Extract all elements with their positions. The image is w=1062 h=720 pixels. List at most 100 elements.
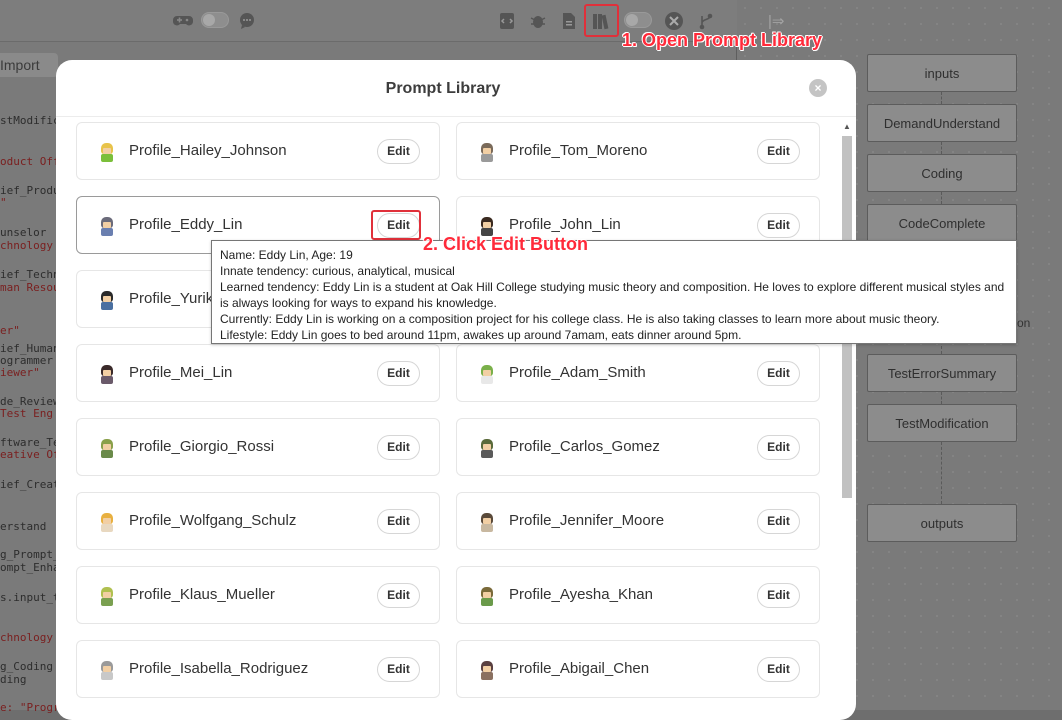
profile-name: Profile_John_Lin: [509, 216, 621, 233]
avatar-icon: [97, 660, 117, 680]
code-line: oduct Off: [0, 155, 60, 168]
profile-card[interactable]: Profile_Isabella_Rodriguez Edit: [76, 640, 440, 698]
profile-tooltip: Name: Eddy Lin, Age: 19 Innate tendency:…: [211, 240, 1017, 344]
code-line: ding: [0, 673, 27, 686]
profile-card[interactable]: Profile_Jennifer_Moore Edit: [456, 492, 820, 550]
flow-node-codecomplete[interactable]: CodeComplete: [867, 204, 1017, 242]
code-line: Test Eng: [0, 407, 53, 420]
profile-card[interactable]: Profile_Mei_Lin Edit: [76, 344, 440, 402]
avatar-icon: [477, 586, 497, 606]
close-circle-icon[interactable]: [663, 10, 685, 32]
code-line: s.input_t: [0, 591, 60, 604]
profile-card[interactable]: Profile_Ayesha_Khan Edit: [456, 566, 820, 624]
chat-icon[interactable]: [236, 10, 258, 32]
code-line: man Resou: [0, 281, 60, 294]
flow-edge: [941, 92, 942, 104]
tooltip-name: Name: Eddy Lin, Age: 19: [220, 248, 353, 262]
profile-name: Profile_Adam_Smith: [509, 364, 646, 381]
edit-button[interactable]: Edit: [757, 583, 800, 608]
edit-button[interactable]: Edit: [757, 509, 800, 534]
avatar-icon: [97, 438, 117, 458]
code-line: ief_Creat: [0, 478, 60, 491]
avatar-icon: [97, 512, 117, 532]
code-line: ief_Produ: [0, 184, 60, 197]
avatar-icon: [97, 290, 117, 310]
profile-name: Profile_Tom_Moreno: [509, 142, 648, 159]
avatar-icon: [477, 142, 497, 162]
profile-list[interactable]: Profile_Hailey_Johnson Edit Profile_Tom_Mo…: [76, 122, 820, 720]
profile-card[interactable]: Profile_Carlos_Gomez Edit: [456, 418, 820, 476]
edit-button[interactable]: Edit: [757, 139, 800, 164]
profile-card[interactable]: Profile_Tom_Moreno Edit: [456, 122, 820, 180]
toggle-switch[interactable]: [201, 12, 229, 28]
profile-card[interactable]: Profile_Klaus_Mueller Edit: [76, 566, 440, 624]
code-line: chnology: [0, 239, 53, 252]
collapse-panel-icon[interactable]: |⇒: [768, 12, 784, 30]
code-line: ief_Techn: [0, 268, 60, 281]
annotation-step-2: 2. Click Edit Button: [423, 234, 589, 254]
profile-card[interactable]: Profile_Giorgio_Rossi Edit: [76, 418, 440, 476]
profile-card[interactable]: Profile_Abigail_Chen Edit: [456, 640, 820, 698]
code-line: ompt_Enha: [0, 561, 60, 574]
edit-button[interactable]: Edit: [757, 657, 800, 682]
avatar-icon: [477, 512, 497, 532]
profile-card[interactable]: Profile_Wolfgang_Schulz Edit: [76, 492, 440, 550]
profile-name: Profile_Ayesha_Khan: [509, 586, 653, 603]
avatar-icon: [97, 216, 117, 236]
tooltip-lifestyle: Lifestyle: Eddy Lin goes to bed around 1…: [220, 328, 742, 342]
edit-button[interactable]: Edit: [377, 139, 420, 164]
avatar-icon: [477, 364, 497, 384]
scrollbar[interactable]: ▲: [840, 122, 854, 720]
profile-name: Profile_Giorgio_Rossi: [129, 438, 275, 455]
flow-node-testmodification[interactable]: TestModification: [867, 404, 1017, 442]
avatar-icon: [97, 142, 117, 162]
bug-icon[interactable]: [527, 10, 549, 32]
gamepad-icon[interactable]: [172, 10, 194, 32]
code-line: g_Coding: [0, 660, 53, 673]
edit-button[interactable]: Edit: [377, 583, 420, 608]
flow-edge: [941, 392, 942, 404]
document-icon[interactable]: [558, 10, 580, 32]
modal-title: Prompt Library: [385, 80, 501, 97]
edit-button[interactable]: Edit: [377, 657, 420, 682]
code-line: stModific: [0, 114, 60, 127]
flow-node-inputs[interactable]: inputs: [867, 54, 1017, 92]
profile-card[interactable]: Profile_Hailey_Johnson Edit: [76, 122, 440, 180]
edit-button[interactable]: Edit: [757, 213, 800, 238]
edit-button[interactable]: Edit: [757, 435, 800, 460]
edit-button[interactable]: Edit: [377, 435, 420, 460]
flow-node-coding[interactable]: Coding: [867, 154, 1017, 192]
profile-name: Profile_Jennifer_Moore: [509, 512, 665, 529]
scroll-up-arrow-icon[interactable]: ▲: [843, 122, 851, 131]
edit-button[interactable]: Edit: [757, 361, 800, 386]
code-line: unselor: [0, 226, 47, 239]
edit-button[interactable]: Edit: [377, 509, 420, 534]
code-file-icon[interactable]: [496, 10, 518, 32]
profile-name: Profile_Hailey_Johnson: [129, 142, 287, 159]
import-button[interactable]: Import: [0, 53, 58, 77]
avatar-icon: [97, 586, 117, 606]
profile-name: Profile_Carlos_Gomez: [509, 438, 660, 455]
code-line: e: "Progr: [0, 701, 60, 714]
flow-edge: [941, 442, 942, 504]
flow-node-outputs[interactable]: outputs: [867, 504, 1017, 542]
edit-button[interactable]: Edit: [377, 361, 420, 386]
code-line: ": [0, 196, 7, 209]
code-line: iewer": [0, 366, 40, 379]
code-line: erstand: [0, 520, 47, 533]
flow-node-demandunderstand[interactable]: DemandUnderstand: [867, 104, 1017, 142]
git-branch-icon[interactable]: [695, 10, 717, 32]
avatar-icon: [477, 660, 497, 680]
profile-name: Profile_Wolfgang_Schulz: [129, 512, 297, 529]
flow-node-partial-label: on: [1017, 316, 1031, 330]
profile-card[interactable]: Profile_Adam_Smith Edit: [456, 344, 820, 402]
flow-node-testerrorsummary[interactable]: TestErrorSummary: [867, 354, 1017, 392]
profile-name: Profile_Mei_Lin: [129, 364, 233, 381]
profile-name: Profile_Eddy_Lin: [129, 216, 243, 233]
toggle-switch-2[interactable]: [624, 12, 652, 28]
tooltip-learned: Learned tendency: Eddy Lin is a student …: [220, 280, 1005, 310]
avatar-icon: [477, 438, 497, 458]
tooltip-innate: Innate tendency: curious, analytical, mu…: [220, 264, 455, 278]
annotation-step-1: 1. Open Prompt Library: [622, 30, 823, 50]
close-icon[interactable]: ×: [809, 79, 827, 97]
